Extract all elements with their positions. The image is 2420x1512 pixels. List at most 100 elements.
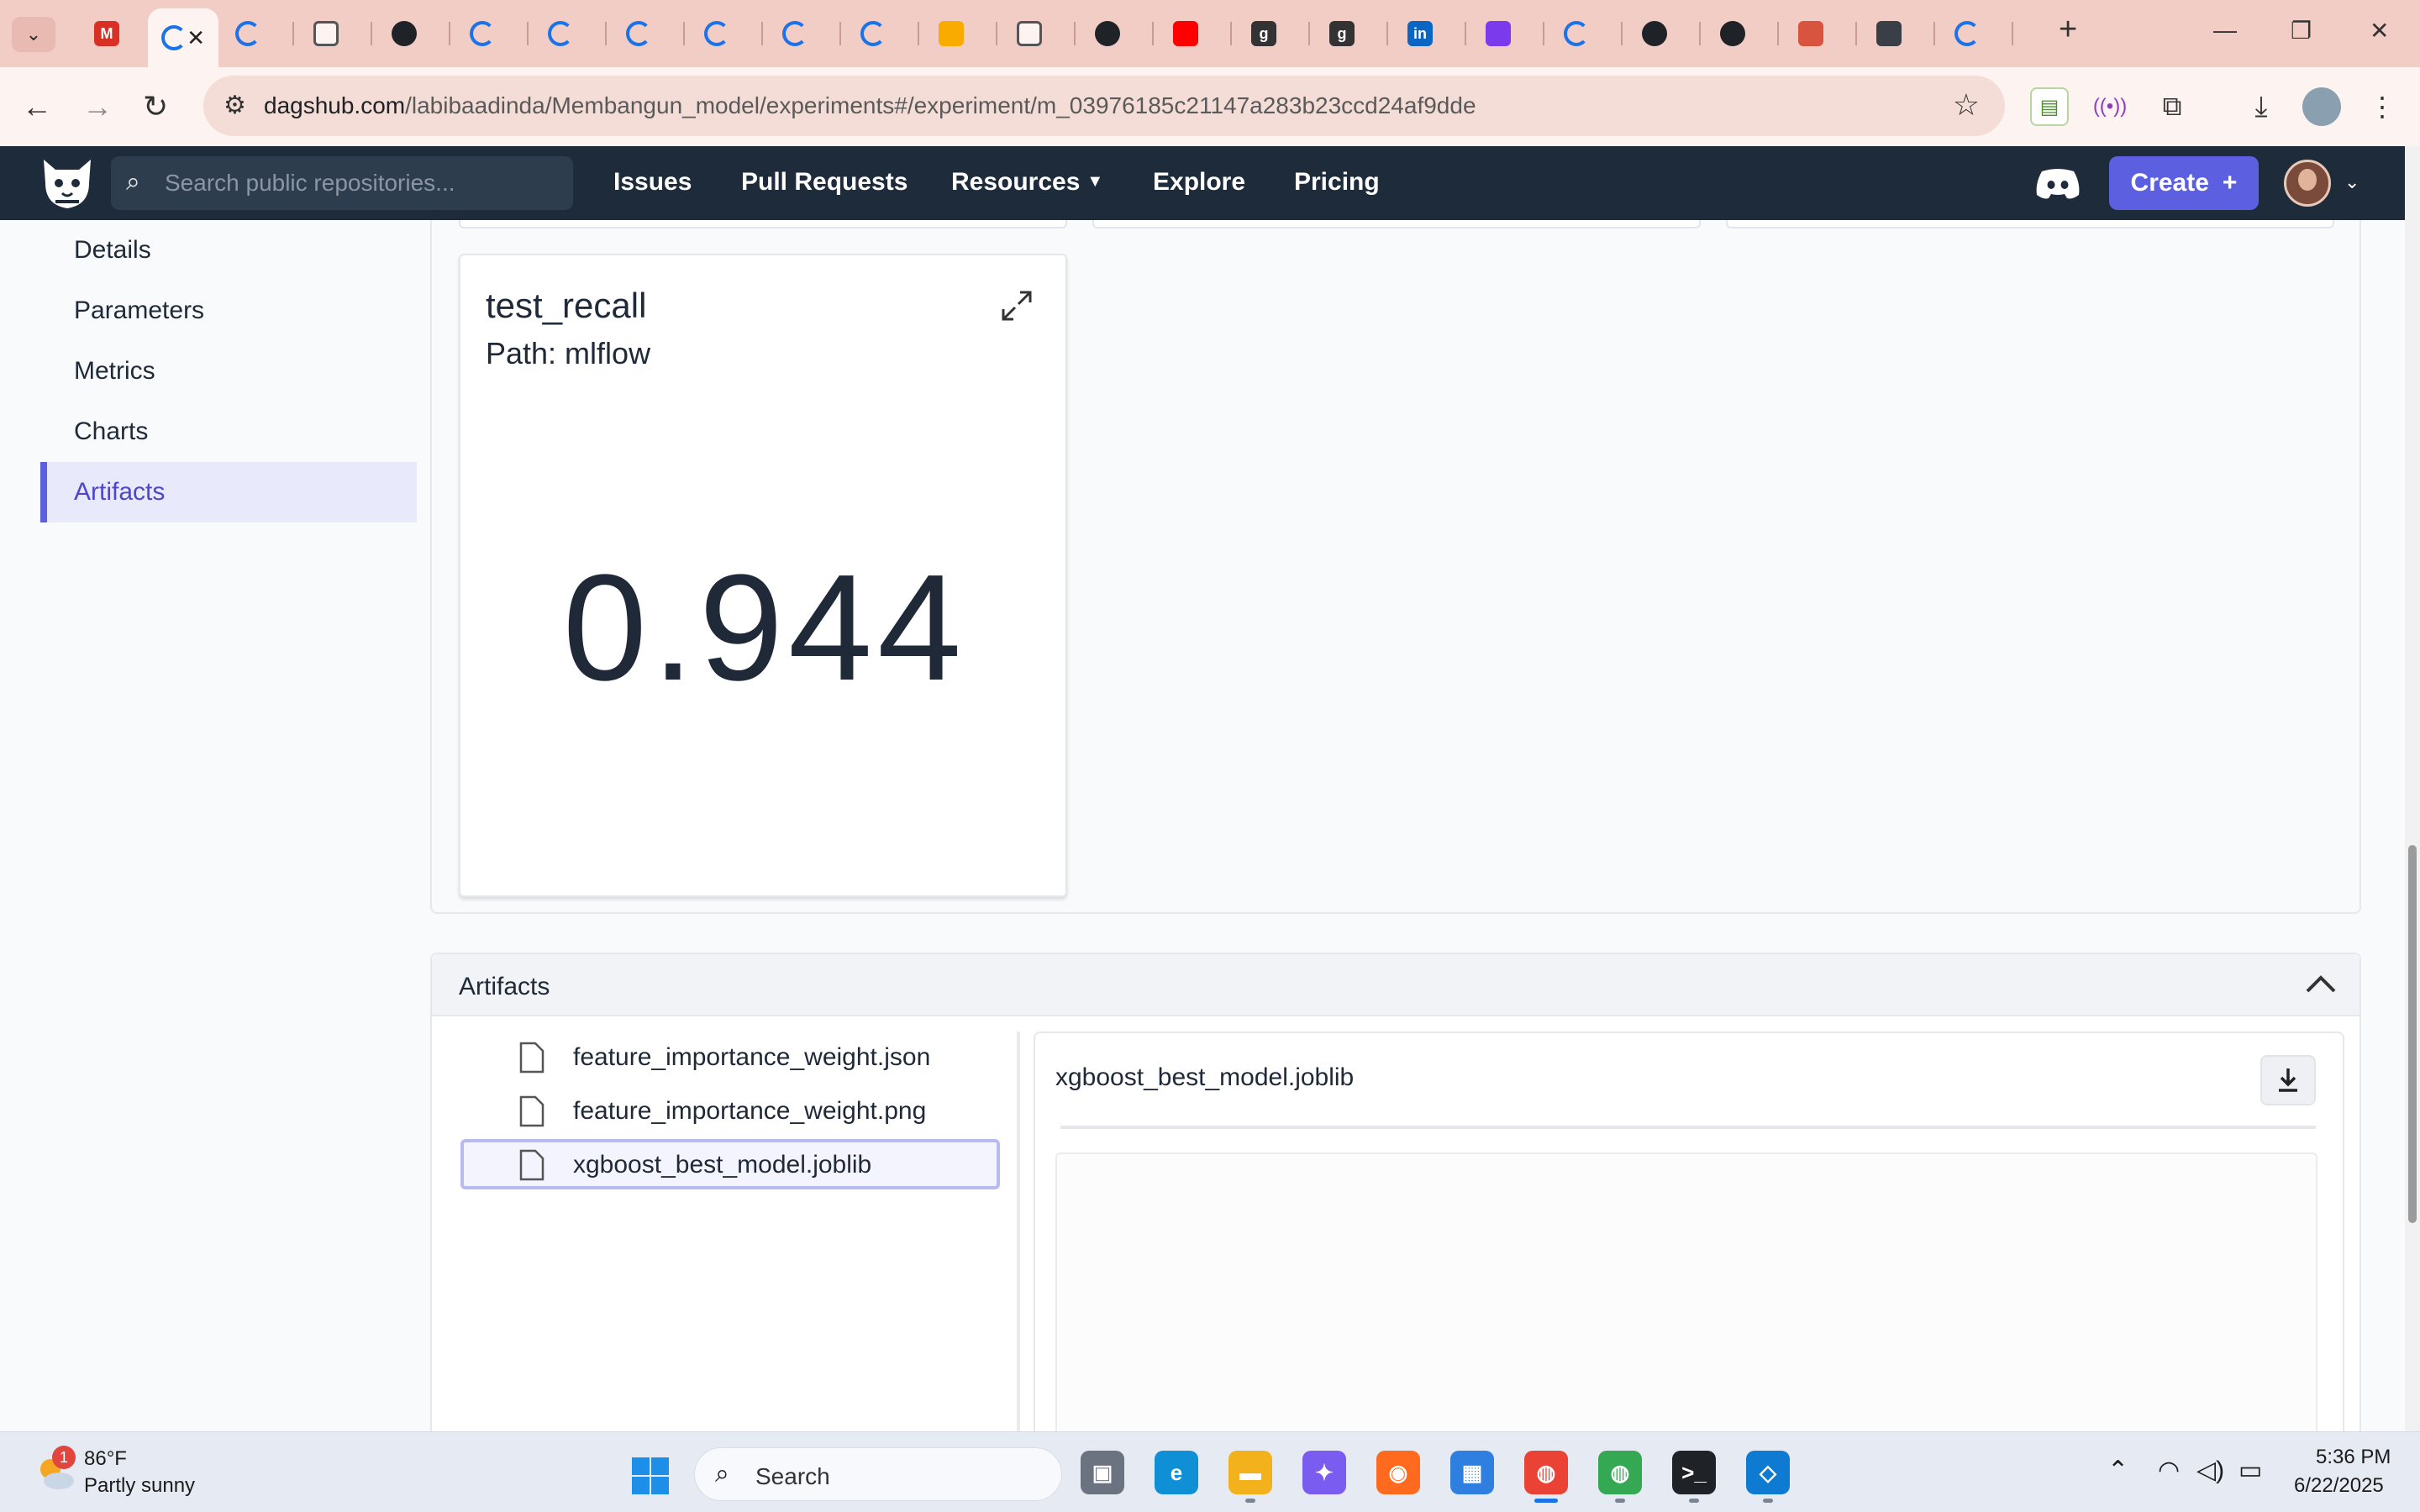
github-icon bbox=[1720, 21, 1745, 46]
browser-tab[interactable] bbox=[1941, 12, 2013, 55]
repo-search-input[interactable] bbox=[165, 166, 551, 200]
dagshub-logo-icon[interactable] bbox=[37, 155, 97, 212]
artifact-file-item[interactable]: feature_importance_weight.png bbox=[460, 1085, 1000, 1136]
vscode-icon[interactable]: ◇ bbox=[1746, 1451, 1790, 1503]
scrollbar-thumb[interactable] bbox=[2408, 845, 2417, 1223]
browser-toolbar: ← → ↻ ⚙ dagshub.com/labibaadinda/Membang… bbox=[0, 67, 2420, 146]
browser-tab[interactable] bbox=[1081, 12, 1154, 55]
artifacts-header[interactable]: Artifacts bbox=[432, 954, 2360, 1016]
expand-icon[interactable] bbox=[1000, 289, 1034, 323]
reload-button[interactable]: ↻ bbox=[143, 89, 168, 124]
browser-tab[interactable] bbox=[613, 12, 685, 55]
sidebar-item-charts[interactable]: Charts bbox=[40, 402, 417, 462]
browser-tab[interactable] bbox=[1003, 12, 1076, 55]
tray-chevron-up-icon[interactable]: ⌃ bbox=[2107, 1456, 2128, 1485]
sidebar-item-artifacts[interactable]: Artifacts bbox=[40, 462, 417, 522]
broadcast-extension-icon[interactable]: ((•)) bbox=[2091, 87, 2129, 126]
browser-tab[interactable] bbox=[1160, 12, 1232, 55]
tab-separator bbox=[1777, 22, 1779, 45]
extensions-puzzle-icon[interactable]: ⧉ bbox=[2153, 87, 2191, 126]
flame-icon bbox=[1798, 21, 1823, 46]
user-avatar[interactable] bbox=[2284, 160, 2331, 207]
chrome-profile-icon[interactable]: ◍ bbox=[1598, 1451, 1642, 1503]
browser-tab[interactable] bbox=[1707, 12, 1779, 55]
browser-tab[interactable] bbox=[1628, 12, 1701, 55]
copilot-icon[interactable]: ✦ bbox=[1302, 1451, 1346, 1494]
browser-tab[interactable] bbox=[769, 12, 841, 55]
edge-icon[interactable]: e bbox=[1155, 1451, 1198, 1494]
volume-icon[interactable]: ◁) bbox=[2196, 1456, 2224, 1485]
browser-tab[interactable] bbox=[1785, 12, 1857, 55]
new-tab-button[interactable]: + bbox=[2059, 12, 2077, 48]
tab-separator bbox=[1855, 22, 1857, 45]
browser-tab[interactable] bbox=[378, 12, 450, 55]
browser-tab[interactable] bbox=[534, 12, 607, 55]
url-text[interactable]: dagshub.com/labibaadinda/Membangun_model… bbox=[264, 92, 1476, 119]
loading-icon bbox=[161, 25, 187, 50]
browser-tab[interactable] bbox=[1550, 12, 1623, 55]
nav-pricing[interactable]: Pricing bbox=[1294, 168, 1380, 197]
battery-icon[interactable]: ▭ bbox=[2238, 1456, 2262, 1485]
sidebar-item-parameters[interactable]: Parameters bbox=[40, 281, 417, 341]
downloads-icon[interactable]: ⤓ bbox=[2242, 87, 2281, 126]
windows-start-icon[interactable] bbox=[630, 1456, 671, 1496]
browser-tab[interactable]: g bbox=[1316, 12, 1388, 55]
nav-pull-requests[interactable]: Pull Requests bbox=[741, 168, 908, 197]
task-view-icon[interactable]: ▣ bbox=[1081, 1451, 1124, 1494]
browser-menu-icon[interactable]: ⋮ bbox=[2363, 87, 2402, 126]
browser-tab[interactable] bbox=[925, 12, 997, 55]
url-path: /labibaadinda/Membangun_model/experiment… bbox=[405, 92, 1476, 118]
repo-search[interactable]: ⌕ bbox=[111, 156, 573, 210]
microsoft-store-icon[interactable]: ▦ bbox=[1450, 1451, 1494, 1494]
weather-condition[interactable]: Partly sunny bbox=[84, 1474, 195, 1498]
nav-issues[interactable]: Issues bbox=[613, 168, 692, 197]
browser-tab[interactable]: ✕ bbox=[148, 8, 218, 67]
clock-time[interactable]: 5:36 PM bbox=[2316, 1446, 2391, 1469]
minimize-window-button[interactable]: — bbox=[2213, 17, 2237, 44]
avatar-chevron-down-icon[interactable]: ⌄ bbox=[2344, 171, 2360, 193]
search-icon: ⌕ bbox=[715, 1460, 729, 1488]
browser-tab[interactable] bbox=[1863, 12, 1935, 55]
download-button[interactable] bbox=[2260, 1055, 2316, 1105]
browser-tab[interactable]: g bbox=[1238, 12, 1310, 55]
browser-tab[interactable] bbox=[1472, 12, 1544, 55]
profile-avatar-icon[interactable] bbox=[2302, 87, 2341, 126]
nav-resources[interactable]: Resources ▼ bbox=[951, 168, 1103, 197]
nav-explore[interactable]: Explore bbox=[1153, 168, 1245, 197]
sidebar-item-details[interactable]: Details bbox=[40, 220, 417, 281]
sidebar-item-metrics[interactable]: Metrics bbox=[40, 341, 417, 402]
clock-date[interactable]: 6/22/2025 bbox=[2294, 1474, 2384, 1498]
artifact-file-item-selected[interactable]: xgboost_best_model.joblib bbox=[460, 1139, 1000, 1189]
close-tab-icon[interactable]: ✕ bbox=[187, 25, 205, 51]
browser-tab[interactable] bbox=[847, 12, 919, 55]
close-window-button[interactable]: ✕ bbox=[2370, 17, 2389, 45]
browser-tab[interactable] bbox=[222, 12, 294, 55]
discord-icon[interactable] bbox=[2033, 166, 2082, 200]
chevron-up-icon[interactable] bbox=[2304, 971, 2338, 996]
panel-divider[interactable] bbox=[1017, 1032, 1020, 1468]
artifact-file-item[interactable]: feature_importance_weight.json bbox=[460, 1032, 1000, 1082]
sheets-extension-icon[interactable]: ▤ bbox=[2030, 87, 2069, 126]
browser-tab[interactable] bbox=[300, 12, 372, 55]
chrome-icon[interactable]: ◍ bbox=[1524, 1451, 1568, 1503]
page-scrollbar[interactable] bbox=[2405, 146, 2420, 1431]
loading-icon bbox=[704, 21, 729, 46]
wifi-icon[interactable]: ◠ bbox=[2158, 1456, 2180, 1485]
terminal-icon[interactable]: >_ bbox=[1672, 1451, 1716, 1503]
site-info-icon[interactable]: ⚙ bbox=[224, 91, 246, 120]
tab-search-menu-button[interactable]: ⌄ bbox=[12, 17, 55, 52]
firefox-icon[interactable]: ◉ bbox=[1376, 1451, 1420, 1494]
forward-button[interactable]: → bbox=[82, 89, 113, 124]
browser-tab[interactable] bbox=[691, 12, 763, 55]
restore-window-button[interactable]: ❐ bbox=[2291, 17, 2312, 45]
address-bar[interactable]: ⚙ dagshub.com/labibaadinda/Membangun_mod… bbox=[203, 76, 2005, 136]
create-button[interactable]: Create + bbox=[2109, 156, 2259, 210]
browser-tab[interactable] bbox=[456, 12, 529, 55]
file-explorer-icon[interactable]: ▬ bbox=[1228, 1451, 1272, 1503]
bookmark-star-icon[interactable]: ☆ bbox=[1953, 87, 1980, 123]
browser-tab[interactable]: in bbox=[1394, 12, 1466, 55]
browser-tab[interactable]: M bbox=[81, 12, 153, 55]
taskbar-search[interactable]: ⌕ Search bbox=[694, 1447, 1062, 1501]
weather-temperature[interactable]: 86°F bbox=[84, 1447, 127, 1471]
back-button[interactable]: ← bbox=[22, 89, 52, 124]
